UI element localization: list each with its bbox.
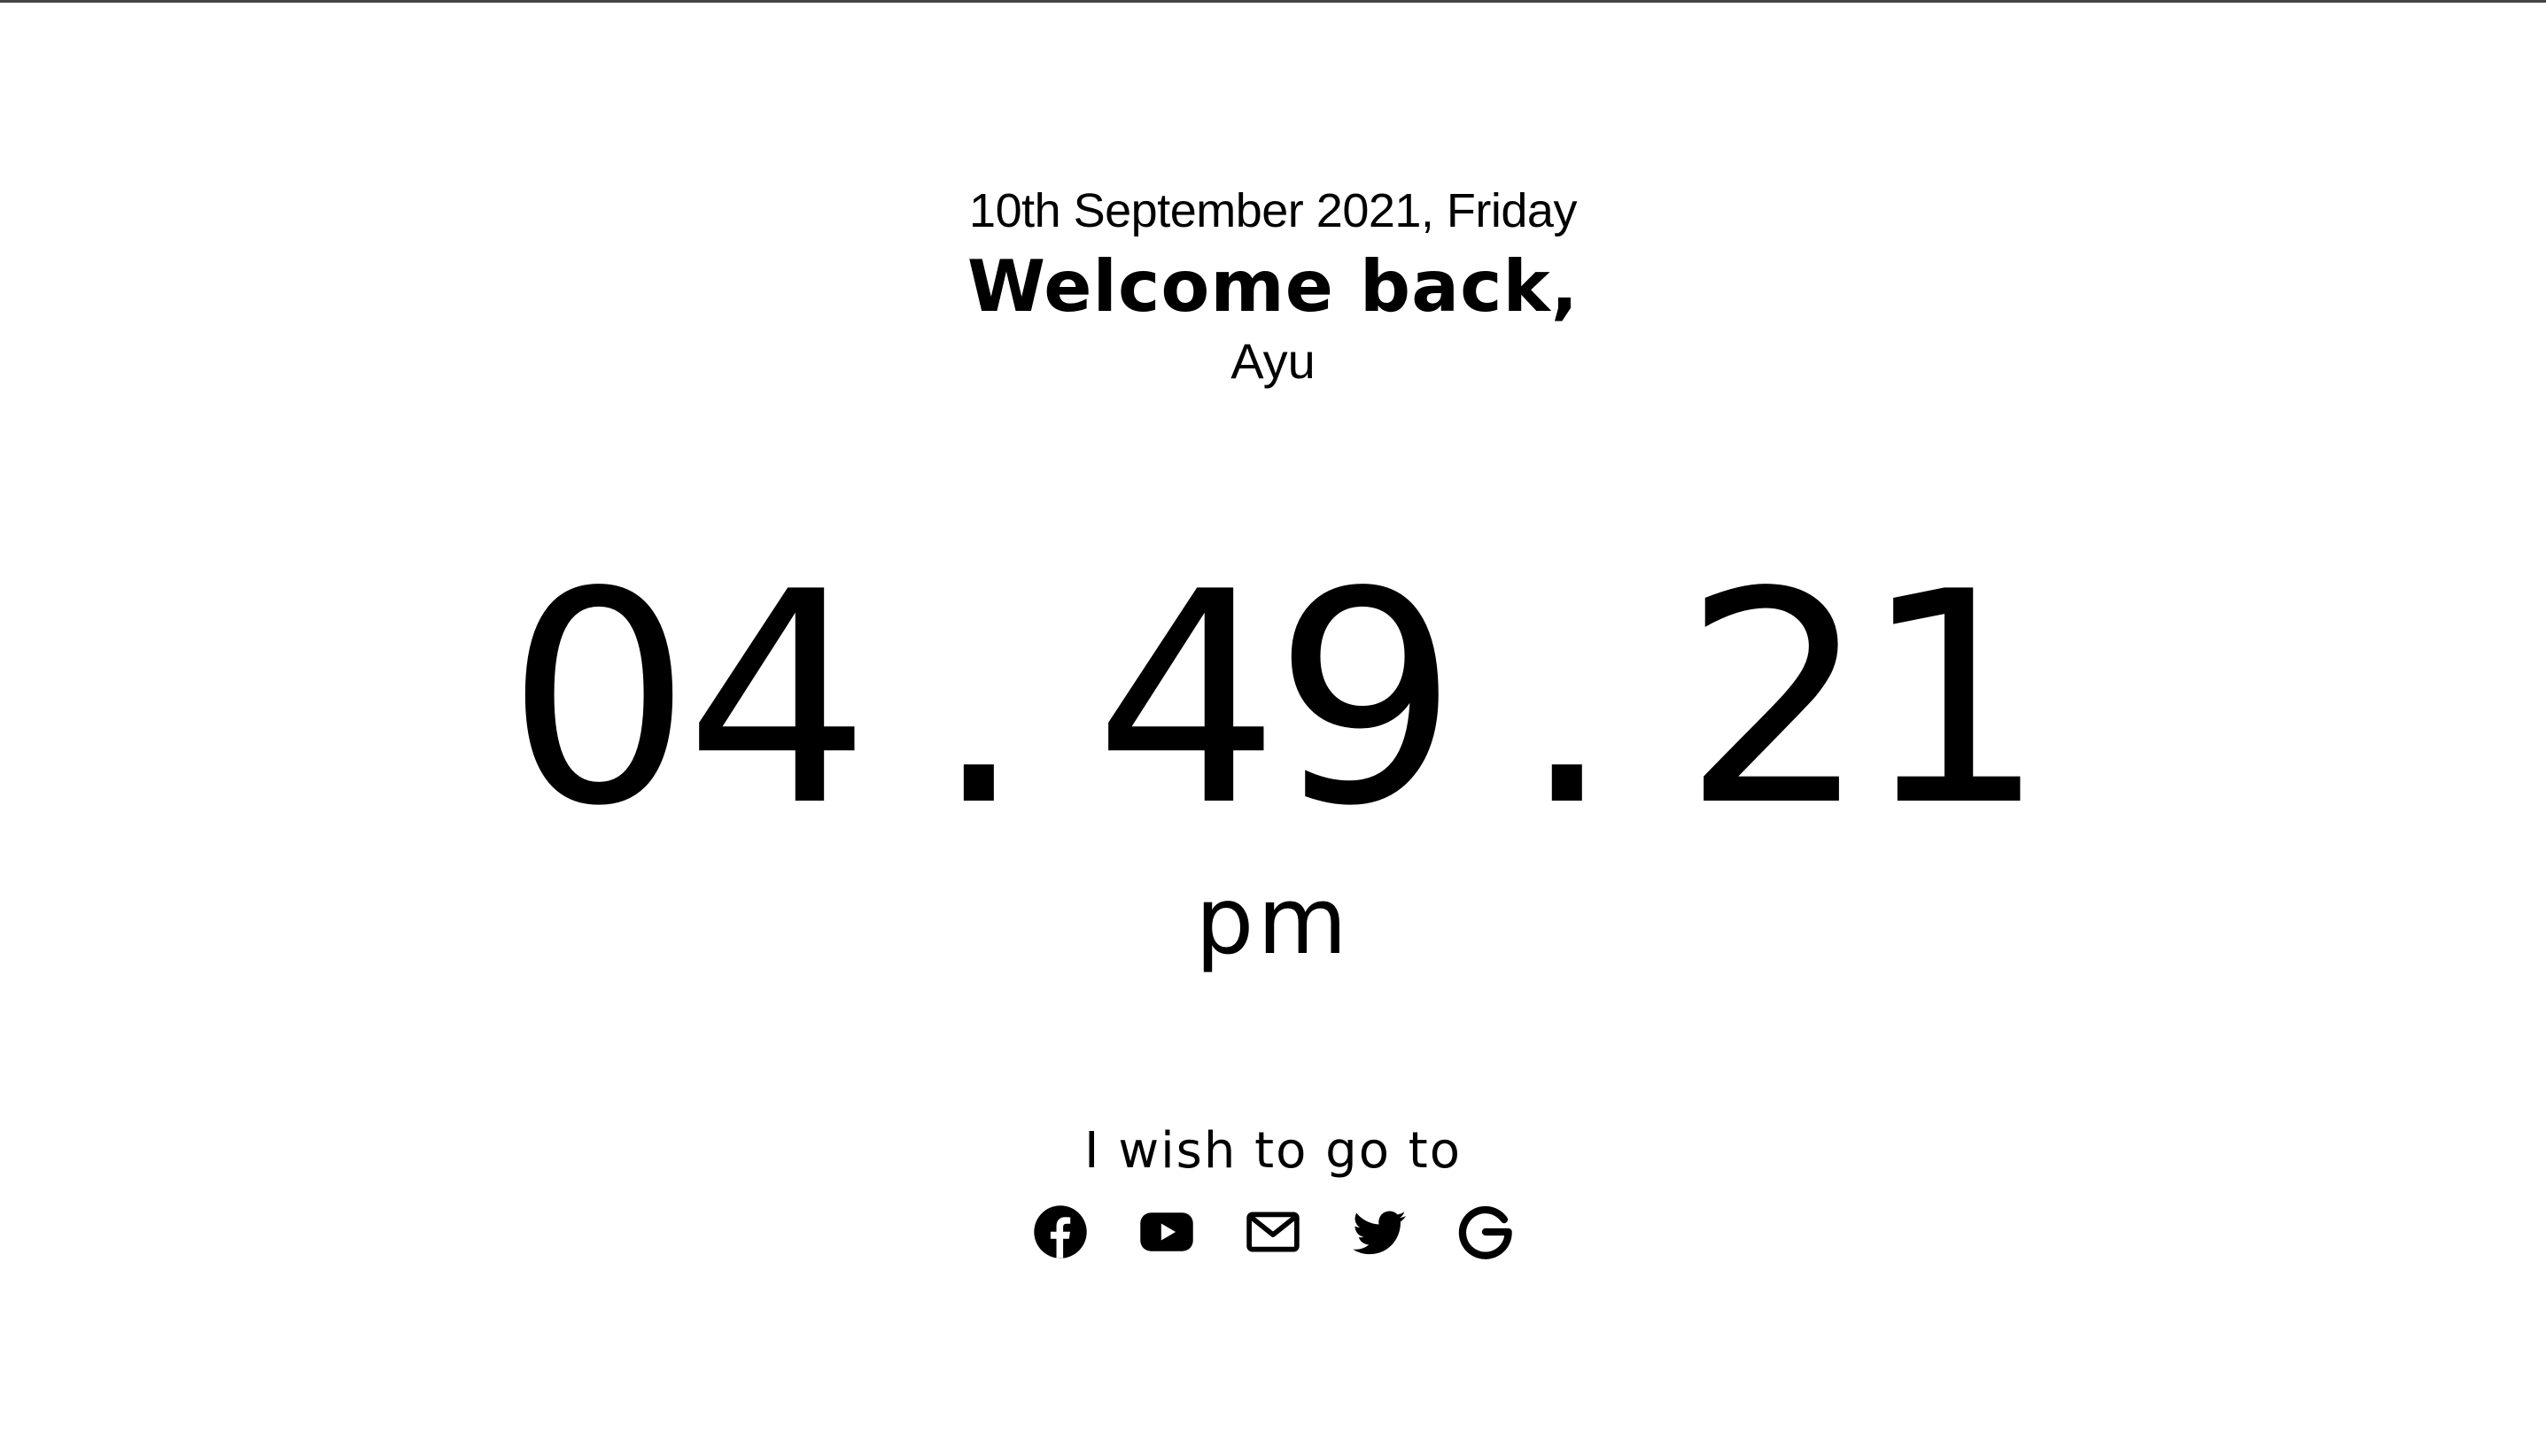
clock-meridiem: pm bbox=[1195, 867, 1351, 975]
email-link[interactable] bbox=[1246, 1204, 1300, 1259]
clock-minutes: 49 bbox=[1094, 530, 1459, 870]
facebook-link[interactable] bbox=[1033, 1204, 1088, 1259]
start-page: 10th September 2021, Friday Welcome back… bbox=[0, 0, 2546, 1456]
mail-icon bbox=[1246, 1212, 1300, 1252]
clock-separator: . bbox=[932, 530, 1026, 870]
google-icon bbox=[1458, 1205, 1512, 1259]
twitter-icon bbox=[1353, 1211, 1407, 1255]
twitter-link[interactable] bbox=[1352, 1204, 1407, 1259]
youtube-icon bbox=[1140, 1212, 1193, 1251]
clock-seconds: 21 bbox=[1681, 530, 2047, 870]
facebook-icon bbox=[1034, 1205, 1087, 1259]
user-name: Ayu bbox=[1230, 333, 1316, 389]
links-heading: I wish to go to bbox=[1084, 1122, 1462, 1180]
current-date: 10th September 2021, Friday bbox=[969, 184, 1577, 237]
clock-hours: 04 bbox=[506, 530, 871, 870]
clock: 04. 49. 21 bbox=[0, 540, 2546, 859]
clock-separator: . bbox=[1520, 530, 1614, 870]
welcome-heading: Welcome back, bbox=[966, 245, 1580, 328]
youtube-link[interactable] bbox=[1139, 1204, 1194, 1259]
quick-links bbox=[0, 1204, 2546, 1259]
google-link[interactable] bbox=[1458, 1204, 1513, 1259]
